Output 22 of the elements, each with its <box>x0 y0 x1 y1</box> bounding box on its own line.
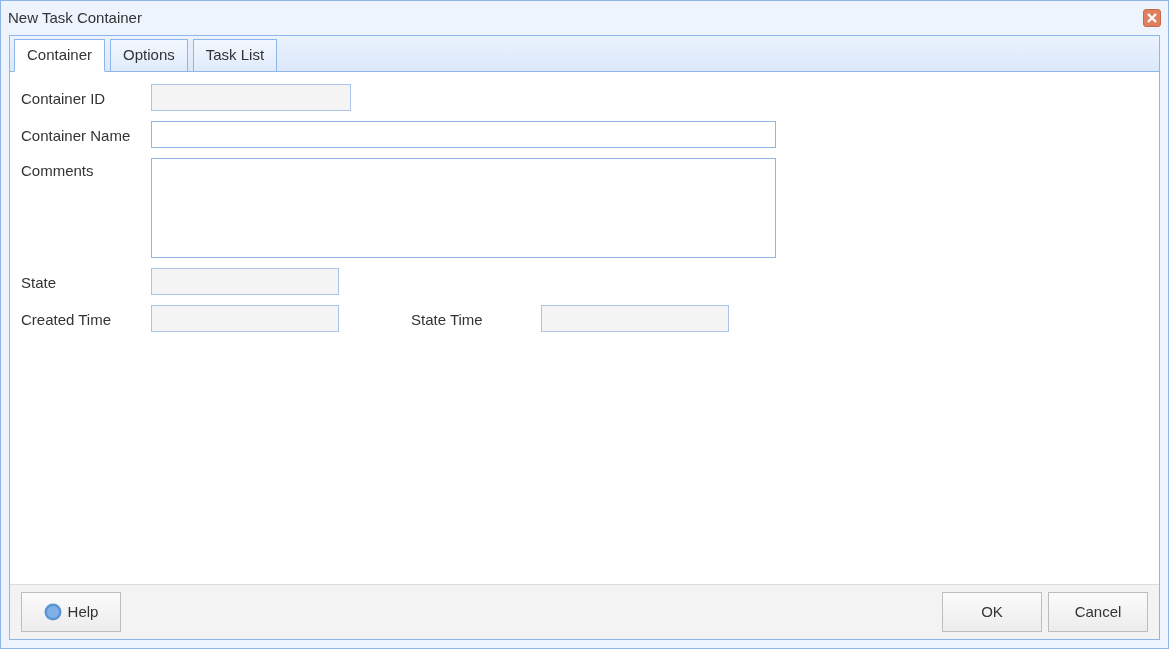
field-label: Container Name <box>21 126 132 146</box>
close-button[interactable] <box>1143 9 1161 27</box>
tab[interactable]: Options <box>110 39 188 71</box>
text-field[interactable] <box>151 305 339 332</box>
tab[interactable]: Task List <box>192 39 278 71</box>
text-field[interactable] <box>151 84 351 111</box>
field-label: Container ID <box>21 89 107 109</box>
help-button[interactable]: Help <box>21 592 121 632</box>
field-label: State <box>21 273 58 293</box>
close-icon <box>1147 13 1157 23</box>
field-label: Comments <box>21 161 95 181</box>
field-label: Created Time <box>21 310 113 330</box>
text-field[interactable] <box>541 305 729 332</box>
comments-field[interactable] <box>151 158 776 258</box>
dialog-button[interactable]: Cancel <box>1048 592 1148 632</box>
tab[interactable]: Container <box>14 39 106 72</box>
help-icon <box>43 603 62 621</box>
field-label: State Time <box>411 310 484 330</box>
text-field[interactable] <box>151 268 339 295</box>
text-field[interactable] <box>151 121 776 148</box>
dialog-button[interactable]: OK <box>942 592 1042 632</box>
window-title: New Task Container <box>8 7 142 28</box>
